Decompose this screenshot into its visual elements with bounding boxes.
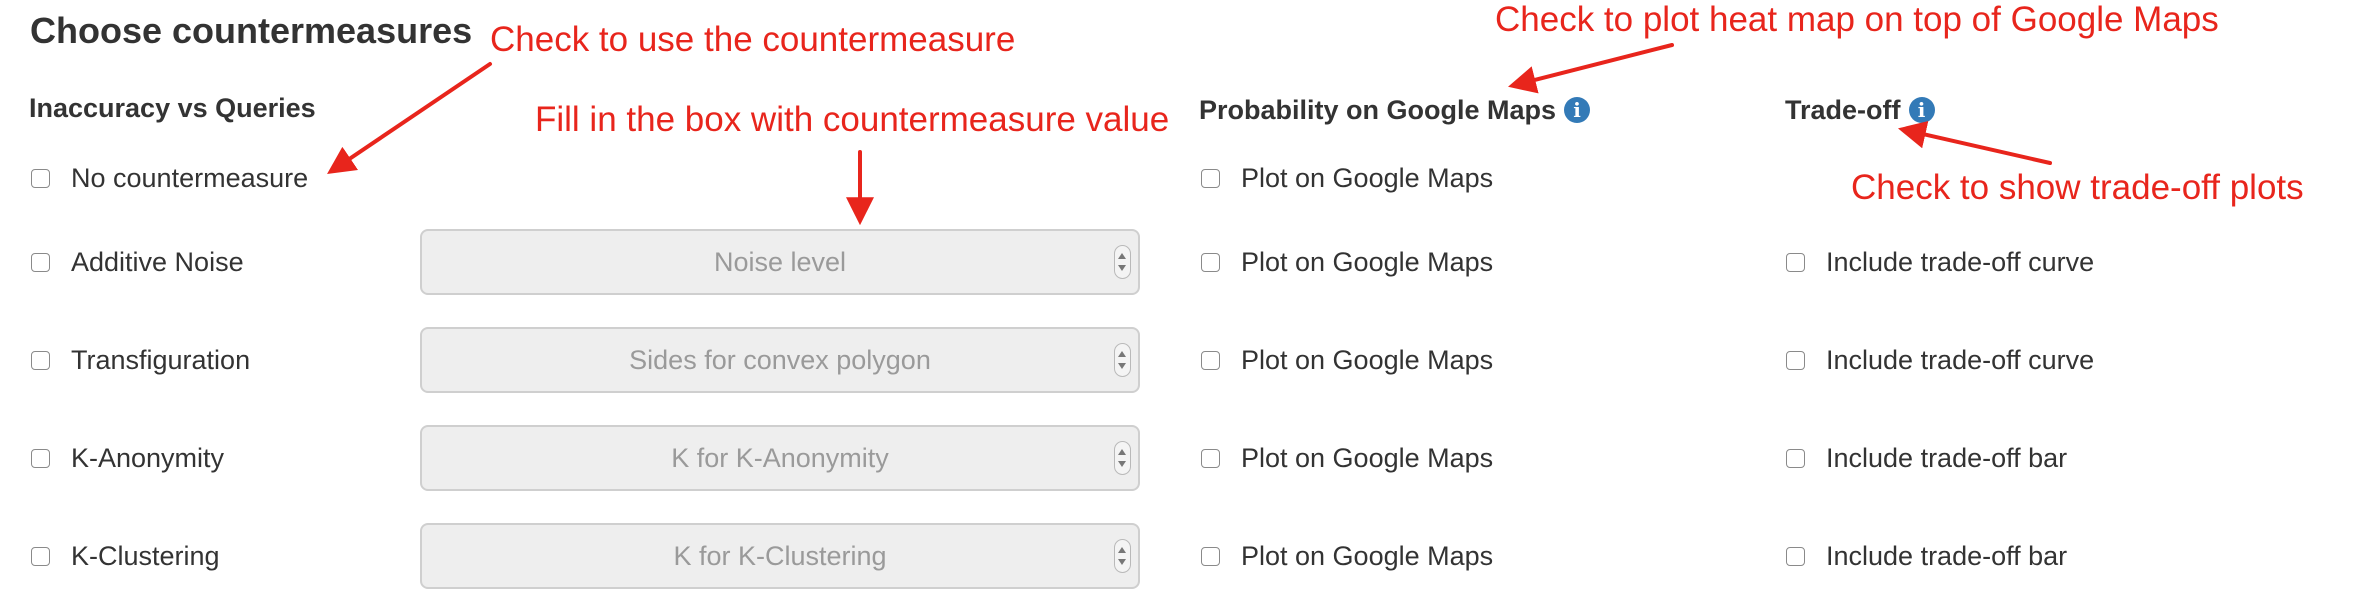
arrow-to-probability-header — [1508, 43, 1674, 94]
arrow-to-no-countermeasure — [327, 62, 492, 175]
annotation-arrows — [327, 43, 2052, 226]
arrow-to-tradeoff-header — [1897, 120, 2052, 165]
countermeasures-panel: Choose countermeasures Inaccuracy vs Que… — [0, 0, 2358, 614]
